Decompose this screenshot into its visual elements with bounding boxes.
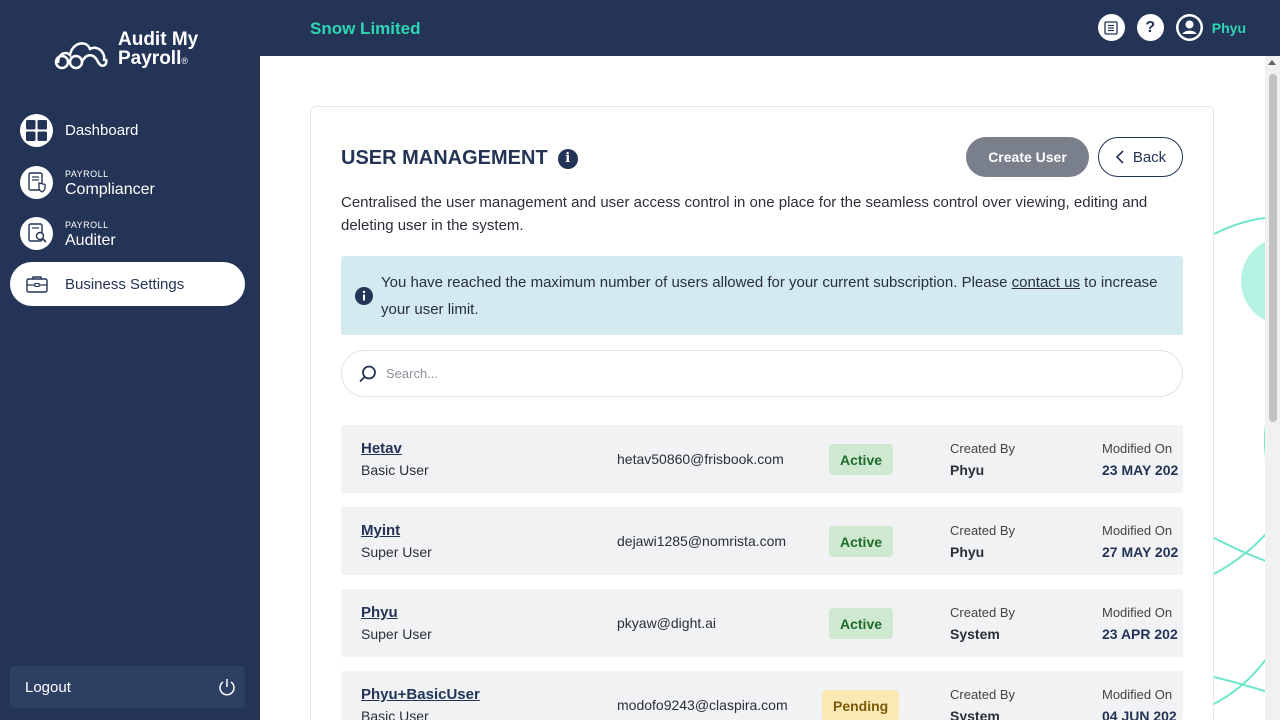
- user-name-link[interactable]: Hetav: [361, 440, 402, 457]
- modified-on-value: 23 MAY 202: [1102, 462, 1179, 478]
- status-badge: Active: [829, 526, 894, 557]
- user-icon: [1178, 16, 1201, 39]
- user-email: dejawi1285@nomrista.com: [617, 533, 787, 549]
- created-by-label: Created By: [950, 523, 1016, 538]
- sidebar-item-sublabel: PAYROLL: [65, 169, 109, 179]
- created-by-value: Phyu: [950, 544, 985, 560]
- grid-icon: [20, 113, 53, 147]
- sidebar-item-label: Compliancer: [65, 181, 155, 198]
- sidebar-item-auditer[interactable]: PAYROLL Auditer: [10, 211, 245, 255]
- user-name-link[interactable]: Myint: [361, 522, 400, 539]
- info-icon[interactable]: i: [557, 148, 578, 169]
- user-role: Basic User: [361, 462, 429, 478]
- document-shield-icon: [20, 165, 53, 199]
- logout-button[interactable]: Logout: [10, 666, 245, 708]
- created-by-value: System: [950, 708, 1000, 720]
- user-email: pkyaw@dight.ai: [617, 615, 717, 631]
- status-badge: Active: [829, 608, 894, 639]
- logo-line1: Audit My: [118, 29, 199, 50]
- created-by-value: Phyu: [950, 462, 985, 478]
- notes-button[interactable]: [1097, 14, 1125, 41]
- sidebar-item-label: Business Settings: [65, 275, 185, 293]
- table-row: Myint Super User dejawi1285@nomrista.com…: [341, 507, 1183, 575]
- back-button[interactable]: Back: [1098, 137, 1183, 177]
- scroll-up-arrow-icon[interactable]: [1268, 60, 1276, 65]
- logo-registered: ®: [181, 56, 189, 66]
- created-by-label: Created By: [950, 441, 1016, 456]
- user-email: modofo9243@claspira.com: [617, 697, 788, 713]
- briefcase-icon: [20, 268, 53, 301]
- help-icon: ?: [1145, 18, 1156, 36]
- logout-label: Logout: [25, 678, 71, 696]
- user-avatar[interactable]: [1175, 14, 1203, 41]
- sidebar-item-label: Auditer: [65, 232, 116, 249]
- modified-on-value: 27 MAY 202: [1102, 544, 1179, 560]
- table-row: Phyu+BasicUser Basic User modofo9243@cla…: [341, 671, 1183, 720]
- company-name: Snow Limited: [310, 19, 421, 38]
- modified-on-label: Modified On: [1102, 605, 1173, 620]
- sidebar-item-business-settings[interactable]: Business Settings: [10, 262, 245, 306]
- user-role: Super User: [361, 626, 432, 642]
- limit-alert: You have reached the maximum number of u…: [341, 256, 1183, 335]
- alert-text: You have reached the maximum number of u…: [381, 274, 1012, 291]
- user-role: Basic User: [361, 708, 429, 720]
- sidebar-item-dashboard[interactable]: Dashboard: [10, 108, 245, 152]
- created-by-value: System: [950, 626, 1000, 642]
- search-input[interactable]: [386, 366, 1146, 381]
- page-description: Centralised the user management and user…: [341, 194, 1148, 234]
- power-icon: [219, 679, 235, 696]
- decorative-shape: [1210, 217, 1265, 707]
- page-title: USER MANAGEMENT: [341, 147, 548, 169]
- modified-on-value: 23 APR 202: [1102, 626, 1178, 642]
- back-label: Back: [1132, 148, 1167, 166]
- modified-on-label: Modified On: [1102, 687, 1173, 702]
- notes-icon: [1104, 20, 1118, 35]
- user-name-link[interactable]: Phyu+BasicUser: [361, 686, 480, 703]
- modified-on-label: Modified On: [1102, 523, 1173, 538]
- user-management-card: USER MANAGEMENT i Create User Back Centr…: [310, 106, 1214, 720]
- document-search-icon: [20, 216, 53, 250]
- create-user-button[interactable]: Create User: [966, 137, 1089, 177]
- table-row: Hetav Basic User hetav50860@frisbook.com…: [341, 425, 1183, 493]
- sidebar-item-label: Dashboard: [65, 121, 139, 139]
- help-button[interactable]: ?: [1136, 14, 1164, 41]
- main-content: USER MANAGEMENT i Create User Back Centr…: [260, 56, 1265, 720]
- user-name[interactable]: Phyu: [1212, 20, 1246, 36]
- status-badge: Active: [829, 444, 894, 475]
- page-scrollbar[interactable]: [1265, 56, 1280, 720]
- search-icon: [359, 365, 376, 382]
- sidebar-item-sublabel: PAYROLL: [65, 220, 109, 230]
- created-by-label: Created By: [950, 687, 1016, 702]
- search-bar: [341, 350, 1183, 397]
- info-icon: [355, 287, 373, 305]
- scrollbar-thumb[interactable]: [1269, 74, 1277, 422]
- topbar: Snow Limited ? Phyu: [260, 0, 1280, 56]
- status-badge: Pending: [822, 690, 900, 720]
- logo-line2: Payroll: [118, 48, 182, 69]
- logo-mark-icon: [54, 41, 108, 69]
- sidebar-item-compliancer[interactable]: PAYROLL Compliancer: [10, 160, 245, 204]
- contact-us-link[interactable]: contact us: [1012, 274, 1080, 291]
- chevron-left-icon: [1115, 150, 1124, 164]
- app-logo[interactable]: Audit My Payroll®: [52, 30, 198, 71]
- user-name-link[interactable]: Phyu: [361, 604, 398, 621]
- created-by-label: Created By: [950, 605, 1016, 620]
- user-email: hetav50860@frisbook.com: [617, 451, 784, 467]
- modified-on-label: Modified On: [1102, 441, 1173, 456]
- user-role: Super User: [361, 544, 432, 560]
- table-row: Phyu Super User pkyaw@dight.ai Active Cr…: [341, 589, 1183, 657]
- sidebar: Audit My Payroll® Dashboard PAYROLL Comp…: [0, 0, 260, 720]
- modified-on-value: 04 JUN 202: [1102, 708, 1177, 720]
